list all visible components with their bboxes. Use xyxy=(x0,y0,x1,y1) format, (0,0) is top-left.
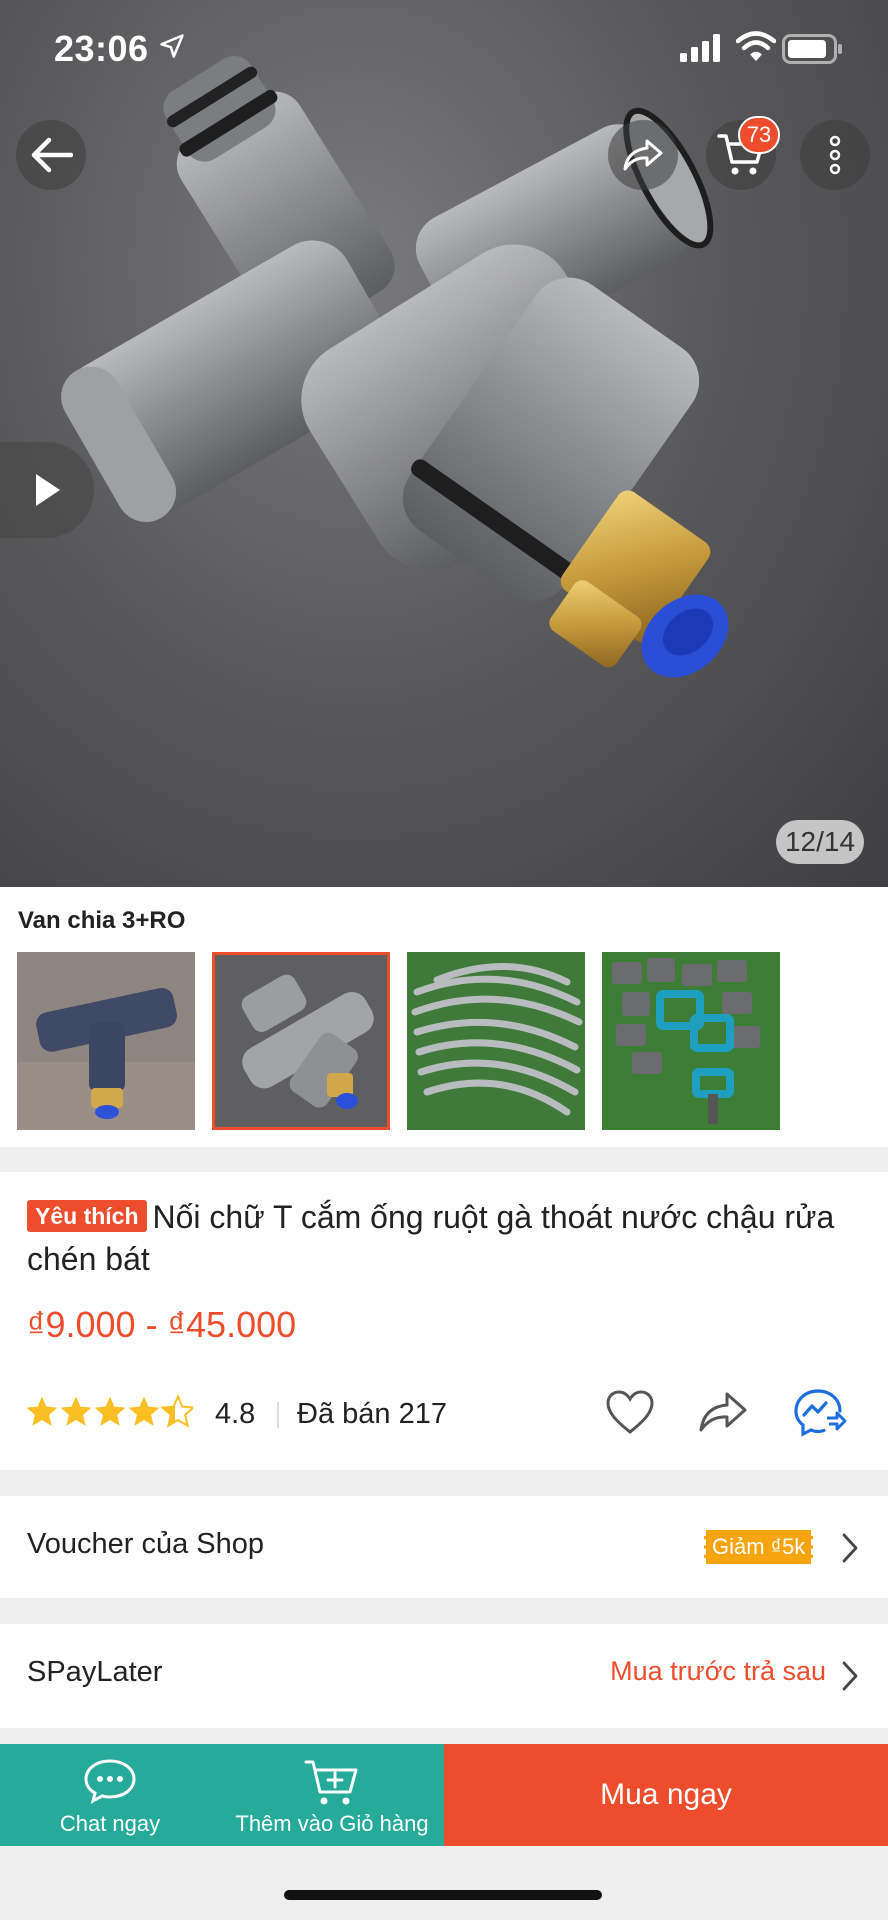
product-info: Yêu thích Nối chữ T cắm ống ruột gà thoát… xyxy=(0,1172,888,1470)
more-vertical-icon xyxy=(829,135,841,175)
favorite-badge: Yêu thích xyxy=(27,1200,147,1232)
back-button[interactable] xyxy=(16,120,86,190)
star-icon xyxy=(26,1396,58,1426)
chevron-right-icon xyxy=(842,1533,858,1563)
play-video-button[interactable] xyxy=(0,442,94,538)
chat-now-label: Chat ngay xyxy=(59,1811,161,1836)
product-title-text: Nối chữ T cắm ống ruột gà thoát nước chậ… xyxy=(27,1199,835,1277)
rating-stars xyxy=(26,1395,193,1427)
share-icon[interactable] xyxy=(697,1390,749,1434)
star-icon xyxy=(60,1396,92,1426)
voucher-label: Voucher của Shop xyxy=(27,1528,265,1560)
spaylater-row[interactable]: SPayLater Mua trước trả sau xyxy=(0,1624,888,1728)
add-to-cart-icon xyxy=(304,1760,358,1805)
add-to-cart-button[interactable]: Thêm vào Giỏ hàng xyxy=(220,1744,444,1846)
status-bar: 23:06 xyxy=(0,0,888,100)
cart-count-badge: 73 xyxy=(738,116,780,154)
variant-thumbnail[interactable] xyxy=(602,952,780,1130)
spaylater-label: SPayLater xyxy=(27,1656,163,1688)
price-range: ₫9.000 - ₫45.000 xyxy=(27,1304,297,1345)
variant-thumbnail[interactable] xyxy=(407,952,585,1130)
location-arrow-icon xyxy=(160,34,184,58)
variant-label: Van chia 3+RO xyxy=(18,907,186,934)
chat-now-button[interactable]: Chat ngay xyxy=(0,1744,220,1846)
half-star-icon xyxy=(161,1395,193,1427)
product-title: Yêu thích Nối chữ T cắm ống ruột gà thoát… xyxy=(27,1196,857,1280)
chevron-right-icon xyxy=(842,1661,858,1691)
messenger-icon[interactable] xyxy=(793,1388,847,1438)
share-button[interactable] xyxy=(608,120,678,190)
star-icon xyxy=(128,1396,160,1426)
chat-bubble-icon xyxy=(84,1759,136,1804)
voucher-tag: Giảm ₫5k xyxy=(704,1530,814,1564)
star-icon xyxy=(94,1396,126,1426)
heart-icon[interactable] xyxy=(605,1390,655,1436)
home-indicator xyxy=(284,1890,602,1900)
spaylater-value: Mua trước trả sau xyxy=(610,1656,826,1686)
add-to-cart-label: Thêm vào Giỏ hàng xyxy=(235,1811,429,1836)
image-counter: 12/14 xyxy=(776,820,864,864)
product-image[interactable]: 23:06 73 12/14 xyxy=(0,0,888,887)
variant-thumbnail-selected[interactable] xyxy=(212,952,390,1130)
rating-row: 4.8 Đã bán 217 xyxy=(25,1389,865,1437)
more-button[interactable] xyxy=(800,120,870,190)
sold-count: Đã bán 217 xyxy=(297,1398,447,1430)
status-time: 23:06 xyxy=(54,28,149,69)
share-arrow-icon xyxy=(623,139,663,171)
wifi-icon xyxy=(736,31,776,61)
arrow-left-icon xyxy=(31,137,73,173)
battery-icon xyxy=(782,34,842,64)
divider xyxy=(277,1402,279,1428)
bottom-action-bar: Chat ngay Thêm vào Giỏ hàng Mua ngay xyxy=(0,1744,888,1846)
rating-value: 4.8 xyxy=(215,1398,256,1430)
variant-section: Van chia 3+RO xyxy=(0,887,888,1147)
buy-now-button[interactable]: Mua ngay xyxy=(444,1744,888,1846)
play-icon xyxy=(36,474,60,506)
variant-thumbnail[interactable] xyxy=(17,952,195,1130)
shop-voucher-row[interactable]: Voucher của Shop Giảm ₫5k xyxy=(0,1496,888,1598)
cellular-signal-icon xyxy=(680,34,720,62)
